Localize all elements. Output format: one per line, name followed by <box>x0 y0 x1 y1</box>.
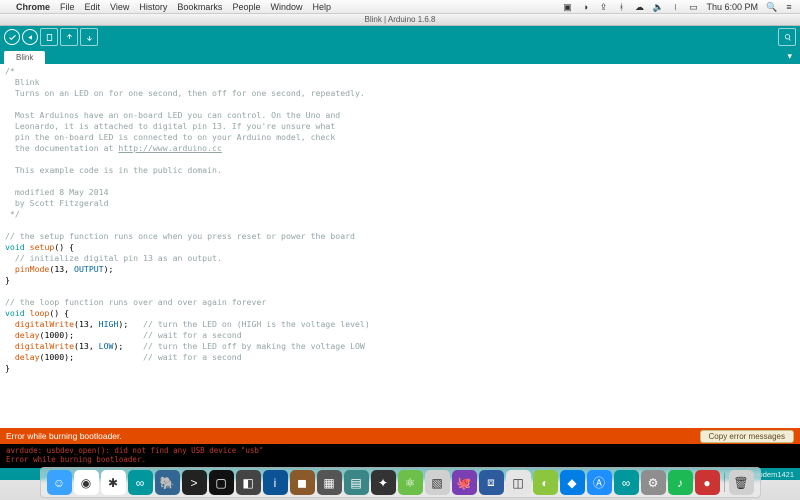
comment: // the loop function runs over and over … <box>5 297 266 307</box>
output-console[interactable]: avrdude: usbdev_open(): did not find any… <box>0 444 800 468</box>
dock-item-atom[interactable]: ⚛ <box>398 470 423 495</box>
dock-item-iterm[interactable]: ▢ <box>209 470 234 495</box>
dock-item-appstore[interactable]: Ⓐ <box>587 470 612 495</box>
dock-item-app4[interactable]: ✦ <box>371 470 396 495</box>
menu-people[interactable]: People <box>232 2 260 12</box>
dock-item-virtualbox[interactable]: ⧈ <box>479 470 504 495</box>
dock-area: ☺◉✱∞🐘>▢◧i◼▦▤✦⚛▧🐙⧈◫◐◆Ⓐ∞⚙♪●🗑 <box>0 468 800 500</box>
code-editor[interactable]: /* Blink Turns on an LED on for one seco… <box>0 64 800 428</box>
dock-item-github[interactable]: 🐙 <box>452 470 477 495</box>
open-sketch-button[interactable] <box>60 28 78 46</box>
new-sketch-button[interactable] <box>40 28 58 46</box>
dock-item-preview[interactable]: ▧ <box>425 470 450 495</box>
window-titlebar: Blink | Arduino 1.6.8 <box>0 14 800 26</box>
notifications-icon[interactable]: ≡ <box>784 2 794 12</box>
dock-item-trash[interactable]: 🗑 <box>729 470 754 495</box>
save-sketch-button[interactable] <box>80 28 98 46</box>
window-title: Blink | Arduino 1.6.8 <box>364 15 435 24</box>
dock-item-slack[interactable]: ✱ <box>101 470 126 495</box>
dock-item-finder[interactable]: ☺ <box>47 470 72 495</box>
arduino-toolbar <box>0 26 800 48</box>
tab-blink[interactable]: Blink <box>4 51 45 64</box>
verify-button[interactable] <box>4 29 20 45</box>
macos-dock: ☺◉✱∞🐘>▢◧i◼▦▤✦⚛▧🐙⧈◫◐◆Ⓐ∞⚙♪●🗑 <box>40 467 761 498</box>
menu-file[interactable]: File <box>60 2 75 12</box>
copy-error-button[interactable]: Copy error messages <box>700 430 794 443</box>
dock-item-terminal[interactable]: > <box>182 470 207 495</box>
mac-menubar: Chrome File Edit View History Bookmarks … <box>0 0 800 14</box>
menubar-clock[interactable]: Thu 6:00 PM <box>706 2 758 12</box>
comment: Blink <box>5 77 40 87</box>
comment: Leonardo, it is attached to digital pin … <box>5 121 335 131</box>
dock-item-arduino[interactable]: ∞ <box>128 470 153 495</box>
status-icon-2[interactable]: ◑ <box>580 2 590 12</box>
volume-icon[interactable]: 🔈 <box>652 2 662 12</box>
comment: This example code is in the public domai… <box>5 165 222 175</box>
serial-monitor-button[interactable] <box>778 28 796 46</box>
dock-item-systempref[interactable]: ⚙ <box>641 470 666 495</box>
status-icon-5[interactable]: ☁ <box>634 2 644 12</box>
dock-item-app3[interactable]: ▦ <box>317 470 342 495</box>
dock-item-app2[interactable]: i <box>263 470 288 495</box>
menu-help[interactable]: Help <box>312 2 331 12</box>
error-banner: Error while burning bootloader. Copy err… <box>0 428 800 444</box>
upload-button[interactable] <box>22 29 38 45</box>
comment: by Scott Fitzgerald <box>5 198 109 208</box>
sketch-tabstrip: Blink ▾ <box>0 48 800 64</box>
menu-history[interactable]: History <box>139 2 167 12</box>
doc-link[interactable]: http://www.arduino.cc <box>118 143 222 153</box>
comment: /* <box>5 66 15 76</box>
battery-icon[interactable]: ▭ <box>688 2 698 12</box>
wifi-icon[interactable]: ⧙ <box>670 2 680 12</box>
dock-item-app5[interactable]: ◐ <box>533 470 558 495</box>
menu-window[interactable]: Window <box>270 2 302 12</box>
error-banner-text: Error while burning bootloader. <box>6 431 122 441</box>
comment: Most Arduinos have an on-board LED you c… <box>5 110 340 120</box>
spotlight-icon[interactable]: 🔍 <box>766 2 776 12</box>
app-name[interactable]: Chrome <box>16 2 50 12</box>
comment: // the setup function runs once when you… <box>5 231 355 241</box>
dock-item-app6[interactable]: ● <box>695 470 720 495</box>
dock-item-spotify[interactable]: ♪ <box>668 470 693 495</box>
comment: the documentation at http://www.arduino.… <box>5 143 222 153</box>
dock-item-dropbox[interactable]: ◆ <box>560 470 585 495</box>
menu-edit[interactable]: Edit <box>85 2 101 12</box>
dock-item-vm[interactable]: ◫ <box>506 470 531 495</box>
dock-item-postgres[interactable]: 🐘 <box>155 470 180 495</box>
comment: */ <box>5 209 20 219</box>
dock-item-numbers[interactable]: ▤ <box>344 470 369 495</box>
dock-item-app1[interactable]: ◧ <box>236 470 261 495</box>
dock-item-keynote[interactable]: ◼ <box>290 470 315 495</box>
console-line: Error while burning bootloader. <box>6 455 146 464</box>
status-icon-1[interactable]: ▣ <box>562 2 572 12</box>
bluetooth-icon[interactable]: ᚼ <box>616 2 626 12</box>
dock-item-arduino2[interactable]: ∞ <box>614 470 639 495</box>
comment: Turns on an LED on for one second, then … <box>5 88 365 98</box>
console-line: avrdude: usbdev_open(): did not find any… <box>6 446 263 455</box>
comment: pin the on-board LED is connected to on … <box>5 132 335 142</box>
menu-view[interactable]: View <box>110 2 129 12</box>
dropbox-icon[interactable]: ⇪ <box>598 2 608 12</box>
tab-menu-button[interactable]: ▾ <box>785 49 794 64</box>
comment: modified 8 May 2014 <box>5 187 109 197</box>
dock-item-chrome[interactable]: ◉ <box>74 470 99 495</box>
menu-bookmarks[interactable]: Bookmarks <box>177 2 222 12</box>
